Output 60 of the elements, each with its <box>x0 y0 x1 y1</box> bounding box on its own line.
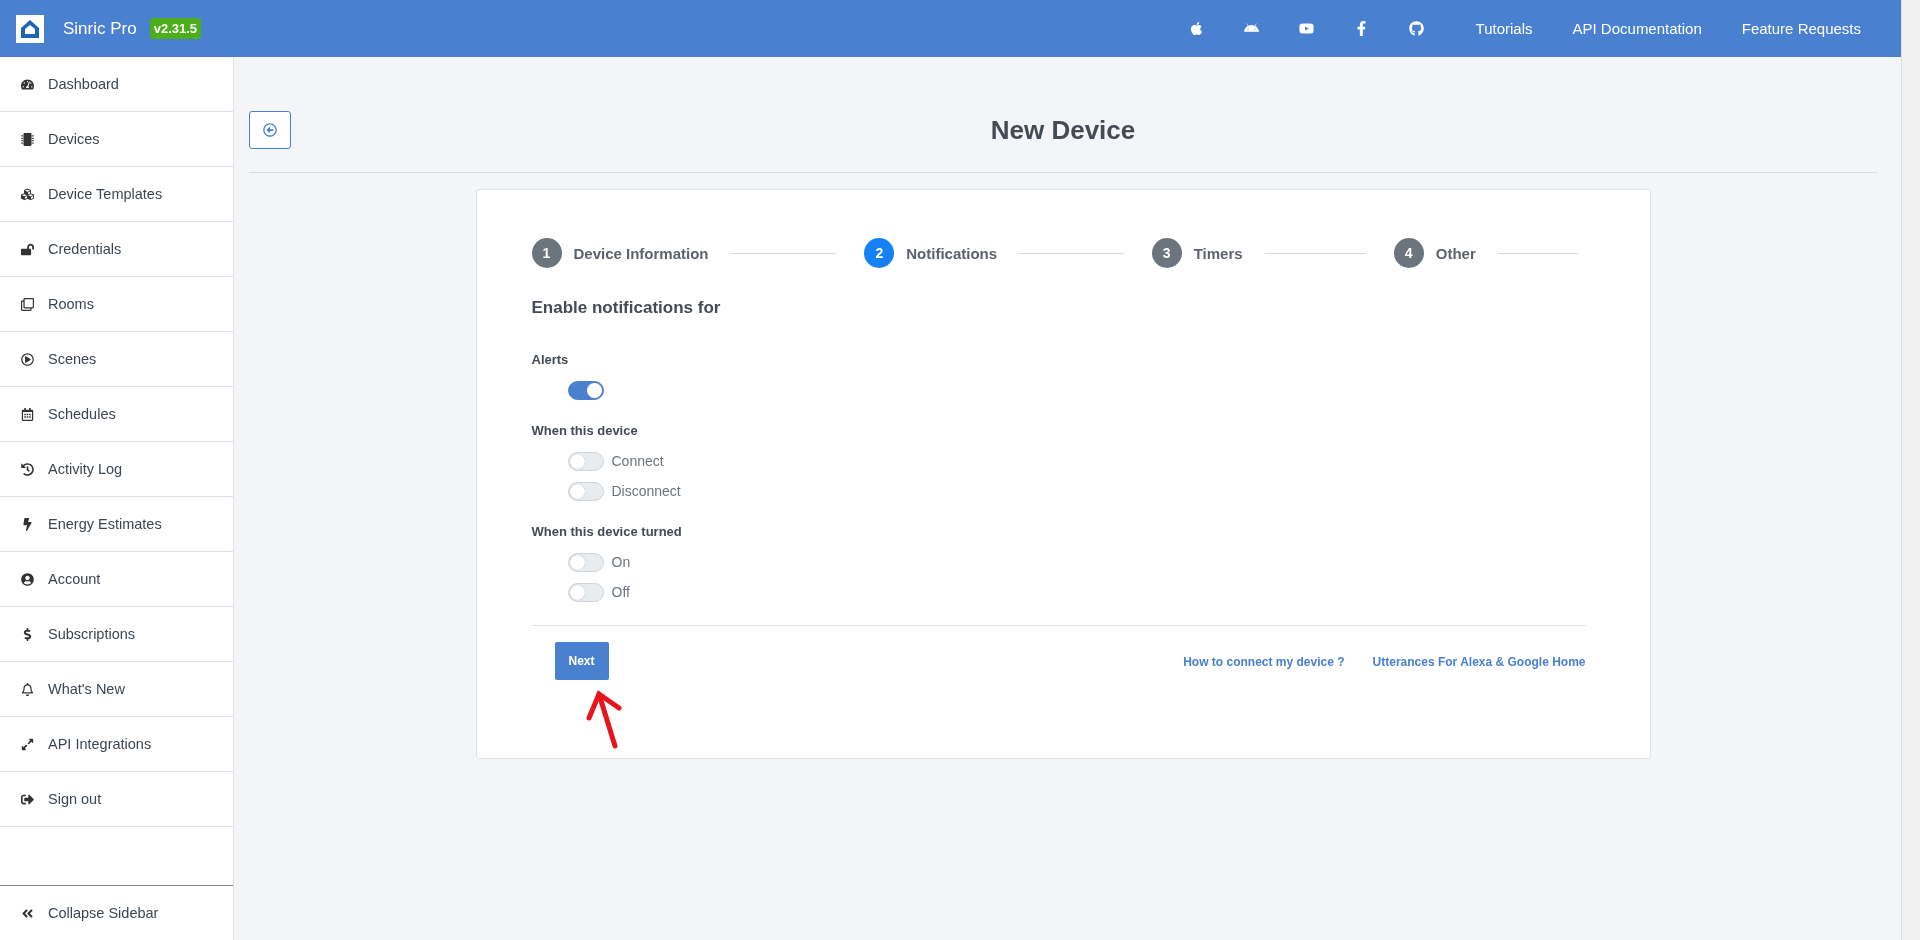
step-number: 1 <box>531 238 562 268</box>
brand-name: Sinric Pro <box>63 18 137 39</box>
sign-out-icon <box>20 792 34 806</box>
lightning-icon <box>20 517 34 531</box>
dashboard-icon <box>20 77 34 91</box>
step-number: 3 <box>1151 238 1182 268</box>
sidebar-item[interactable]: Activity Log <box>0 442 233 497</box>
sidebar-item[interactable]: Rooms <box>0 277 233 332</box>
step-label: Device Information <box>573 244 709 262</box>
chip-icon <box>20 132 34 146</box>
sidebar-item[interactable]: Energy Estimates <box>0 497 233 552</box>
step-label: Timers <box>1193 244 1243 262</box>
history-icon <box>20 462 34 476</box>
sidebar-item[interactable]: Device Templates <box>0 167 233 222</box>
page-title: New Device <box>990 115 1136 146</box>
sidebar-item[interactable]: What's New <box>0 662 233 717</box>
collapse-sidebar-button[interactable]: Collapse Sidebar <box>0 885 233 940</box>
copy-icon <box>20 297 34 311</box>
next-button[interactable]: Next <box>554 642 609 680</box>
bell-icon <box>20 682 34 696</box>
group-label: Alerts <box>531 352 570 367</box>
sidebar-item[interactable]: API Integrations <box>0 717 233 772</box>
help-link[interactable]: Utterances For Alexa & Google Home <box>1372 655 1586 669</box>
apple-icon[interactable] <box>1188 21 1204 36</box>
toggle-label: Off <box>611 584 630 600</box>
back-button[interactable] <box>249 111 291 149</box>
toggle-label: Connect <box>611 453 664 469</box>
step-number: 2 <box>864 238 895 268</box>
nav-link[interactable]: Tutorials <box>1475 20 1533 37</box>
github-icon[interactable] <box>1408 21 1424 36</box>
sidebar-item[interactable]: Schedules <box>0 387 233 442</box>
step-number: 4 <box>1393 238 1424 268</box>
scrollbar[interactable] <box>1901 0 1920 940</box>
sidebar-item[interactable]: Dashboard <box>0 57 233 112</box>
toggle-switch[interactable] <box>567 380 604 400</box>
calendar-icon <box>20 407 34 421</box>
sidebar-item[interactable]: Devices <box>0 112 233 167</box>
sidebar-item[interactable]: Subscriptions <box>0 607 233 662</box>
house-logo-icon <box>16 14 44 43</box>
sidebar-item[interactable]: Scenes <box>0 332 233 387</box>
nav-link[interactable]: Feature Requests <box>1741 20 1861 37</box>
step-label: Other <box>1435 244 1476 262</box>
version-badge: v2.31.5 <box>149 18 202 39</box>
sidebar-item[interactable]: Account <box>0 552 233 607</box>
sidebar-item[interactable]: Sign out <box>0 772 233 827</box>
toggle-label: On <box>611 554 631 570</box>
double-chevron-left-icon <box>20 906 34 920</box>
youtube-icon[interactable] <box>1298 21 1314 36</box>
step-label: Notifications <box>906 244 998 262</box>
unlocked-padlock-icon <box>20 242 34 256</box>
toggle-label: Disconnect <box>611 483 681 499</box>
back-arrow-icon <box>263 123 277 137</box>
expand-arrows-icon <box>20 737 34 751</box>
sidebar-item[interactable]: Credentials <box>0 222 233 277</box>
group-label: When this device turned <box>531 524 683 539</box>
section-heading: Enable notifications for <box>531 298 722 318</box>
cubes-icon <box>20 187 34 201</box>
nav-link[interactable]: API Documentation <box>1572 20 1702 37</box>
help-link[interactable]: How to connect my device ? <box>1183 655 1345 669</box>
group-label: When this device <box>531 423 639 438</box>
